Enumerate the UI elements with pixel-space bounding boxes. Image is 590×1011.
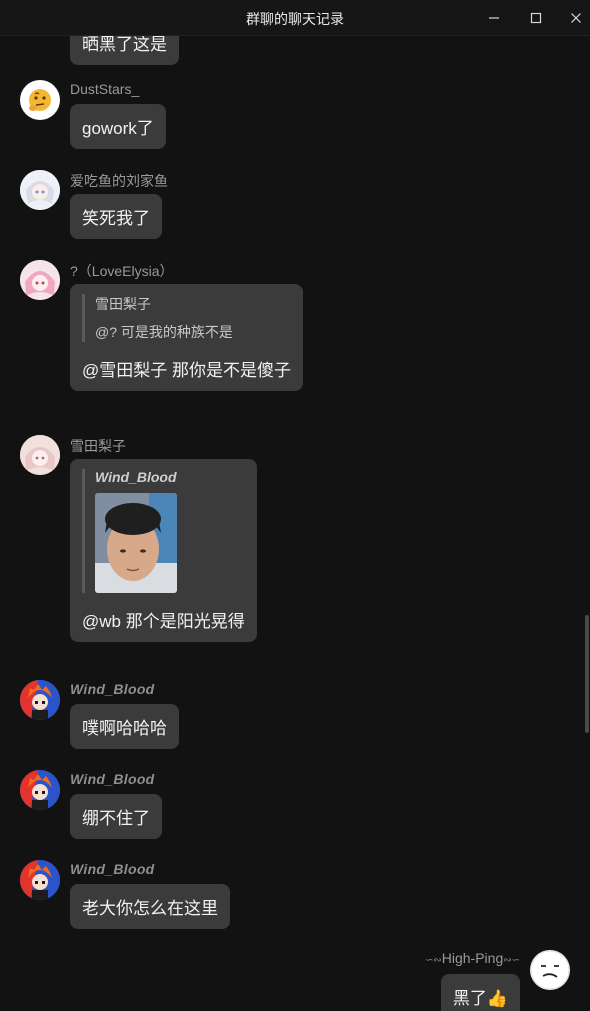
quoted-message[interactable]: 雪田梨子 @? 可是我的种族不是 bbox=[82, 294, 291, 342]
message-bubble[interactable]: 黑了👍 bbox=[440, 974, 520, 1011]
quoted-sender: 雪田梨子 bbox=[95, 296, 151, 312]
message-text: @雪田梨子 那你是不是傻子 bbox=[82, 361, 291, 380]
close-icon[interactable] bbox=[558, 4, 590, 32]
scrollbar-thumb[interactable] bbox=[585, 615, 589, 733]
quoted-photo[interactable] bbox=[95, 493, 177, 593]
orange-hair-avatar[interactable] bbox=[20, 860, 60, 900]
sender-name: Wind_Blood bbox=[70, 861, 155, 877]
message-bubble[interactable]: 噗啊哈哈哈 bbox=[70, 704, 179, 749]
sender-name: ?（LoveElysia） bbox=[70, 263, 174, 279]
title-bar: 群聊的聊天记录 bbox=[0, 0, 590, 36]
sender-name: 爱吃鱼的刘家鱼 bbox=[70, 173, 168, 189]
sender-name: Wind_Blood bbox=[70, 771, 155, 787]
ornament-right-icon: ∾∽ bbox=[503, 955, 520, 966]
sender-name: 雪田梨子 bbox=[70, 438, 126, 454]
message-text: @wb 那个是阳光晃得 bbox=[82, 612, 245, 631]
message-bubble[interactable]: 老大你怎么在这里 bbox=[70, 884, 230, 929]
quoted-sender: Wind_Blood bbox=[95, 469, 177, 485]
orange-hair-avatar[interactable] bbox=[20, 770, 60, 810]
ornament-left-icon: ∽∾ bbox=[424, 955, 442, 966]
thinking-emoji-avatar[interactable] bbox=[20, 80, 60, 120]
message-bubble[interactable]: gowork了 bbox=[70, 104, 166, 149]
message-bubble[interactable]: 晒黑了这是 bbox=[70, 36, 179, 65]
anime-girl-avatar[interactable] bbox=[20, 260, 60, 300]
sender-name: Wind_Blood bbox=[70, 681, 155, 697]
minimize-icon[interactable] bbox=[476, 4, 512, 32]
anime-girl-avatar[interactable] bbox=[20, 435, 60, 475]
message-bubble[interactable]: 雪田梨子 @? 可是我的种族不是 @雪田梨子 那你是不是傻子 bbox=[70, 284, 303, 391]
meh-face-avatar[interactable] bbox=[530, 950, 570, 990]
sender-name: DustStars_ bbox=[70, 81, 140, 97]
sender-name: ∽∾High-Ping∾∽ bbox=[424, 950, 520, 966]
chat-history[interactable]: 晒黑了这是 DustStars_ gowork了 爱吃鱼的刘家鱼 笑死我了 ?（… bbox=[0, 36, 590, 1011]
message-bubble[interactable]: Wind_Blood @wb 那个是阳光晃得 bbox=[70, 459, 257, 642]
orange-hair-avatar[interactable] bbox=[20, 680, 60, 720]
maximize-icon[interactable] bbox=[518, 4, 554, 32]
message-bubble[interactable]: 绷不住了 bbox=[70, 794, 162, 839]
quoted-message[interactable]: Wind_Blood bbox=[82, 469, 245, 593]
anime-girl-avatar[interactable] bbox=[20, 170, 60, 210]
message-bubble[interactable]: 笑死我了 bbox=[70, 194, 162, 239]
quoted-text: @? 可是我的种族不是 bbox=[95, 324, 233, 340]
